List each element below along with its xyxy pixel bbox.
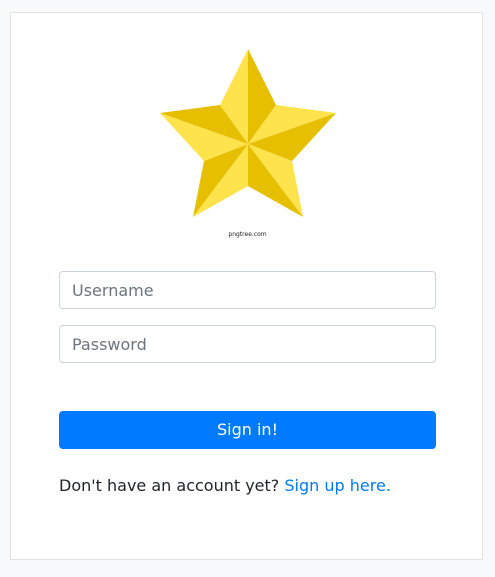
login-card: pngtree.com Sign in! Don't have an accou… xyxy=(10,12,483,560)
password-input[interactable] xyxy=(59,325,436,363)
star-icon xyxy=(160,49,336,217)
signup-prompt: Don't have an account yet? Sign up here. xyxy=(59,476,391,495)
logo-caption: pngtree.com xyxy=(228,231,267,238)
signup-prompt-text: Don't have an account yet? xyxy=(59,476,280,495)
sign-in-button[interactable]: Sign in! xyxy=(59,411,436,449)
sign-up-link[interactable]: Sign up here. xyxy=(284,476,391,495)
username-input[interactable] xyxy=(59,271,436,309)
